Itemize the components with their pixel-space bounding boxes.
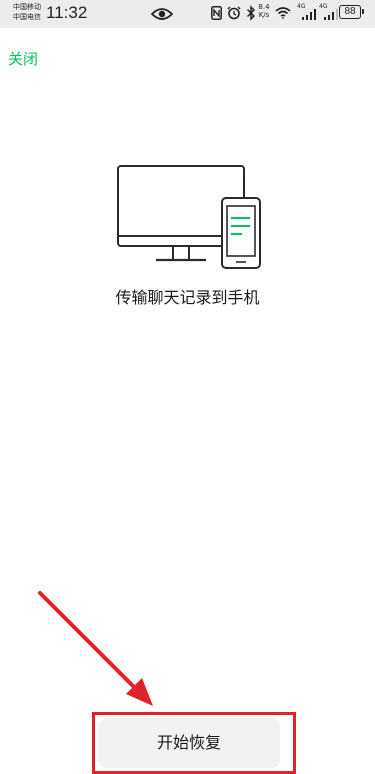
signal-1-label: 4G bbox=[297, 3, 306, 10]
signal-2-label: 4G bbox=[319, 3, 328, 10]
net-speed-unit: K/s bbox=[258, 11, 270, 19]
signal-icon bbox=[302, 9, 316, 20]
nfc-icon bbox=[211, 6, 222, 20]
computer-to-phone-icon bbox=[117, 165, 261, 269]
annotation-arrow bbox=[38, 591, 153, 706]
bluetooth-icon bbox=[246, 5, 256, 21]
signal-icon-2 bbox=[324, 9, 338, 20]
eye-icon bbox=[151, 8, 173, 20]
status-bar: 中国移动 中国电信 11:32 8.4 K/s 4G 4G 88 bbox=[0, 0, 375, 28]
battery-icon: 88 bbox=[339, 5, 364, 19]
carrier-2: 中国电信 bbox=[13, 13, 41, 21]
carrier-labels: 中国移动 中国电信 bbox=[13, 2, 41, 22]
carrier-1: 中国移动 bbox=[13, 3, 41, 11]
net-speed-value: 8.4 bbox=[258, 3, 270, 11]
transfer-caption: 传输聊天记录到手机 bbox=[115, 288, 260, 307]
close-button[interactable]: 关闭 bbox=[8, 49, 38, 69]
alarm-icon bbox=[227, 6, 241, 20]
net-speed: 8.4 K/s bbox=[257, 3, 271, 19]
wifi-icon bbox=[275, 7, 291, 19]
status-time: 11:32 bbox=[46, 3, 88, 22]
start-restore-button[interactable]: 开始恢复 bbox=[98, 718, 280, 768]
